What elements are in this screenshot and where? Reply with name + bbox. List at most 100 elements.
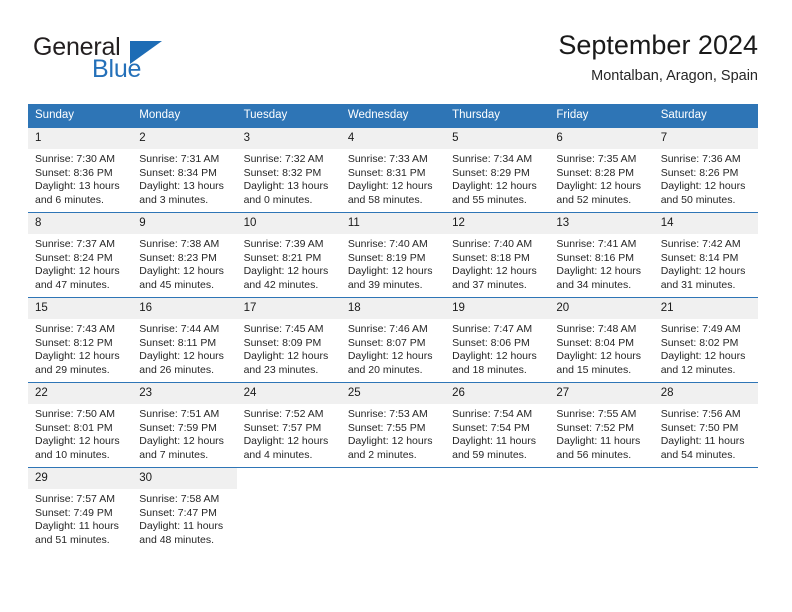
detail-daylight2: and 15 minutes. [556,363,632,376]
detail-daylight2: and 20 minutes. [347,363,423,376]
day-cell-inner: 26 Sunrise: 7:54 AM Sunset: 7:54 PM Dayligh… [445,383,550,467]
day-number: 23 [132,383,237,404]
detail-daylight2: and 0 minutes. [243,193,313,206]
day-number: 12 [445,213,550,234]
detail-sunset: Sunset: 8:28 PM [556,166,635,179]
calendar-day-cell[interactable]: 20 Sunrise: 7:48 AM Sunset: 8:04 PM Dayligh… [549,297,654,383]
detail-daylight2: and 31 minutes. [660,278,736,291]
calendar-day-cell[interactable]: 17 Sunrise: 7:45 AM Sunset: 8:09 PM Dayligh… [236,297,341,383]
day-details: Sunrise: 7:30 AM Sunset: 8:36 PM Daylight:… [28,149,132,207]
detail-daylight1: Daylight: 12 hours [243,435,329,448]
calendar-day-cell[interactable]: 30 Sunrise: 7:58 AM Sunset: 7:47 PM Dayligh… [132,467,237,552]
detail-daylight2: and 56 minutes. [556,448,632,461]
general-blue-logo[interactable]: General Blue [33,33,213,85]
page-title: September 2024 [558,30,758,60]
day-number [341,468,445,489]
calendar-day-cell[interactable]: 7 Sunrise: 7:36 AM Sunset: 8:26 PM Daylight… [653,128,758,213]
day-cell-inner: 16 Sunrise: 7:44 AM Sunset: 8:11 PM Dayligh… [132,298,237,382]
detail-daylight1: Daylight: 11 hours [452,435,536,448]
day-cell-inner: 5 Sunrise: 7:34 AM Sunset: 8:29 PM Daylight… [445,128,550,212]
calendar-day-cell[interactable]: 15 Sunrise: 7:43 AM Sunset: 8:12 PM Dayligh… [28,297,133,383]
detail-sunset: Sunset: 7:50 PM [660,421,739,434]
calendar-day-cell[interactable]: 25 Sunrise: 7:53 AM Sunset: 7:55 PM Dayligh… [340,382,446,468]
detail-daylight2: and 2 minutes. [347,448,417,461]
detail-daylight2: and 6 minutes. [35,193,104,206]
detail-daylight2: and 59 minutes. [452,448,527,461]
calendar-day-cell[interactable]: 13 Sunrise: 7:41 AM Sunset: 8:16 PM Dayligh… [549,212,654,298]
day-cell-inner: 22 Sunrise: 7:50 AM Sunset: 8:01 PM Dayligh… [28,383,133,467]
detail-daylight2: and 18 minutes. [452,363,527,376]
calendar-day-cell[interactable]: 1 Sunrise: 7:30 AM Sunset: 8:36 PM Daylight… [28,128,133,213]
detail-daylight2: and 12 minutes. [660,363,736,376]
detail-daylight1: Daylight: 12 hours [660,180,746,193]
detail-sunrise: Sunrise: 7:34 AM [452,153,533,165]
day-number: 1 [28,128,133,149]
detail-sunrise: Sunrise: 7:37 AM [35,238,115,250]
day-cell-inner: 24 Sunrise: 7:52 AM Sunset: 7:57 PM Dayligh… [236,383,341,467]
day-details: Sunrise: 7:44 AM Sunset: 8:11 PM Daylight:… [132,319,236,377]
calendar-day-cell[interactable]: 29 Sunrise: 7:57 AM Sunset: 7:49 PM Dayligh… [28,467,133,552]
day-number: 10 [236,213,341,234]
calendar-day-cell[interactable]: 11 Sunrise: 7:40 AM Sunset: 8:19 PM Dayligh… [340,212,446,298]
detail-sunset: Sunset: 8:12 PM [35,336,113,349]
calendar-day-cell[interactable]: 5 Sunrise: 7:34 AM Sunset: 8:29 PM Daylight… [445,128,550,213]
calendar-day-cell[interactable]: 4 Sunrise: 7:33 AM Sunset: 8:31 PM Daylight… [340,128,446,213]
calendar-day-cell[interactable]: 19 Sunrise: 7:47 AM Sunset: 8:06 PM Dayligh… [445,297,550,383]
calendar-day-cell[interactable]: 3 Sunrise: 7:32 AM Sunset: 8:32 PM Daylight… [236,128,341,213]
calendar-week-row: 8 Sunrise: 7:37 AM Sunset: 8:24 PM Daylight… [28,212,758,298]
day-number: 17 [236,298,341,319]
detail-daylight1: Daylight: 12 hours [452,350,537,363]
calendar-day-cell[interactable]: 22 Sunrise: 7:50 AM Sunset: 8:01 PM Dayligh… [28,382,133,468]
detail-sunset: Sunset: 7:52 PM [556,421,635,434]
calendar-day-cell[interactable]: 28 Sunrise: 7:56 AM Sunset: 7:50 PM Dayligh… [653,382,758,468]
day-cell-inner: 25 Sunrise: 7:53 AM Sunset: 7:55 PM Dayligh… [340,383,446,467]
weekday-header-sunday: Sunday [28,104,133,128]
detail-sunrise: Sunrise: 7:30 AM [35,153,115,165]
day-cell-inner: 29 Sunrise: 7:57 AM Sunset: 7:49 PM Dayligh… [28,468,133,552]
calendar-day-cell[interactable]: 16 Sunrise: 7:44 AM Sunset: 8:11 PM Dayligh… [132,297,237,383]
title-block: September 2024 Montalban, Aragon, Spain [558,28,758,87]
detail-sunset: Sunset: 8:31 PM [347,166,426,179]
detail-sunrise: Sunrise: 7:56 AM [660,408,741,420]
detail-daylight2: and 45 minutes. [139,278,214,291]
detail-daylight1: Daylight: 12 hours [347,435,433,448]
detail-daylight1: Daylight: 12 hours [452,180,537,193]
day-details: Sunrise: 7:46 AM Sunset: 8:07 PM Daylight:… [341,319,445,377]
calendar-day-cell[interactable]: 26 Sunrise: 7:54 AM Sunset: 7:54 PM Dayligh… [445,382,550,468]
day-cell-inner: 4 Sunrise: 7:33 AM Sunset: 8:31 PM Daylight… [340,128,446,212]
detail-sunrise: Sunrise: 7:52 AM [243,408,324,420]
detail-sunrise: Sunrise: 7:43 AM [35,323,115,335]
day-number: 16 [132,298,237,319]
detail-daylight1: Daylight: 12 hours [35,435,120,448]
calendar-day-cell[interactable]: 12 Sunrise: 7:40 AM Sunset: 8:18 PM Dayligh… [445,212,550,298]
day-number: 22 [28,383,133,404]
calendar-day-cell[interactable]: 21 Sunrise: 7:49 AM Sunset: 8:02 PM Dayligh… [653,297,758,383]
calendar-day-cell[interactable]: 24 Sunrise: 7:52 AM Sunset: 7:57 PM Dayligh… [236,382,341,468]
calendar-day-cell[interactable]: 9 Sunrise: 7:38 AM Sunset: 8:23 PM Daylight… [132,212,237,298]
weekday-header-monday: Monday [132,104,237,128]
day-number: 2 [132,128,237,149]
calendar-empty-cell [549,467,654,552]
calendar-day-cell[interactable]: 14 Sunrise: 7:42 AM Sunset: 8:14 PM Dayligh… [653,212,758,298]
detail-sunset: Sunset: 8:26 PM [660,166,739,179]
day-number: 20 [549,298,654,319]
detail-daylight1: Daylight: 12 hours [556,265,642,278]
calendar-day-cell[interactable]: 18 Sunrise: 7:46 AM Sunset: 8:07 PM Dayligh… [340,297,446,383]
weekday-header-tuesday: Tuesday [236,104,341,128]
calendar-day-cell[interactable]: 23 Sunrise: 7:51 AM Sunset: 7:59 PM Dayligh… [132,382,237,468]
detail-sunset: Sunset: 8:14 PM [660,251,739,264]
day-cell-inner: 30 Sunrise: 7:58 AM Sunset: 7:47 PM Dayligh… [132,468,237,552]
detail-daylight1: Daylight: 12 hours [139,265,224,278]
calendar-empty-cell [653,467,758,552]
calendar-day-cell[interactable]: 6 Sunrise: 7:35 AM Sunset: 8:28 PM Daylight… [549,128,654,213]
detail-daylight2: and 34 minutes. [556,278,632,291]
calendar-day-cell[interactable]: 27 Sunrise: 7:55 AM Sunset: 7:52 PM Dayligh… [549,382,654,468]
day-details: Sunrise: 7:50 AM Sunset: 8:01 PM Daylight:… [28,404,132,462]
detail-daylight1: Daylight: 12 hours [139,435,224,448]
detail-sunset: Sunset: 8:11 PM [139,336,217,349]
calendar-day-cell[interactable]: 10 Sunrise: 7:39 AM Sunset: 8:21 PM Dayligh… [236,212,341,298]
calendar-day-cell[interactable]: 2 Sunrise: 7:31 AM Sunset: 8:34 PM Daylight… [132,128,237,213]
location-subtitle: Montalban, Aragon, Spain [591,68,758,84]
calendar-week-row: 1 Sunrise: 7:30 AM Sunset: 8:36 PM Daylight… [28,128,758,213]
calendar-day-cell[interactable]: 8 Sunrise: 7:37 AM Sunset: 8:24 PM Daylight… [28,212,133,298]
